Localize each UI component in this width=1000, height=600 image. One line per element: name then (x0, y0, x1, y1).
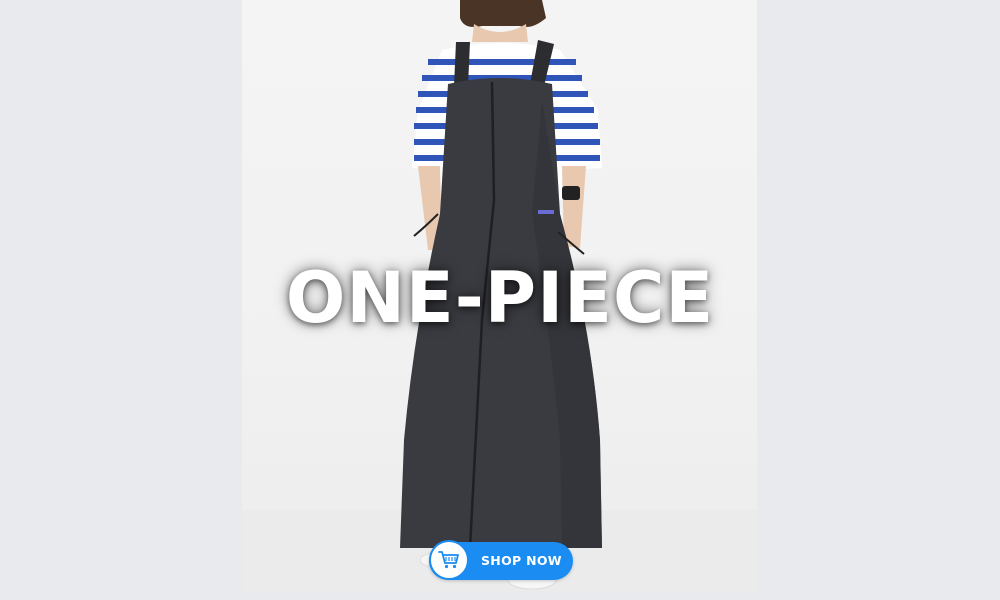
headline: ONE-PIECE (285, 257, 715, 339)
shop-now-label: SHOP NOW (481, 553, 562, 568)
banner: ONE-PIECE SHOP NOW (0, 0, 1000, 600)
shop-now-button[interactable]: SHOP NOW (429, 540, 573, 580)
shopping-cart-icon (429, 540, 469, 580)
